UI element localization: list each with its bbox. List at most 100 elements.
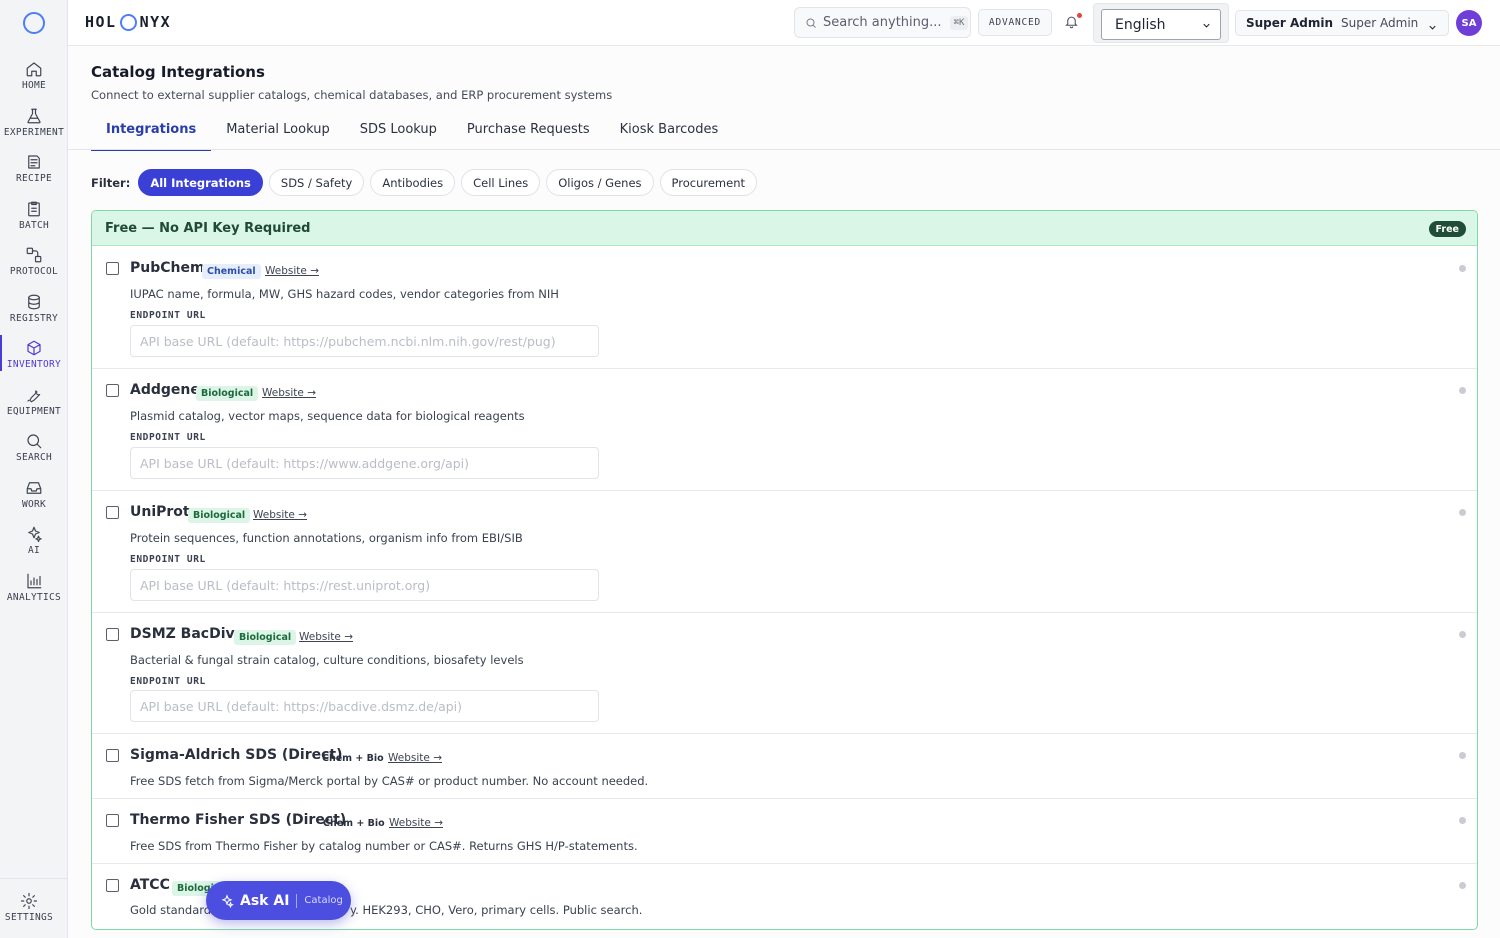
website-link[interactable]: Website →: [388, 752, 442, 764]
endpoint-url-input[interactable]: [130, 447, 599, 479]
box-icon: [27, 340, 41, 356]
integration-checkbox[interactable]: [106, 506, 119, 519]
protocol-icon: [26, 247, 42, 263]
logo-icon[interactable]: [23, 12, 45, 34]
nav-search[interactable]: SEARCH: [0, 432, 68, 474]
nav-analytics[interactable]: ANALYTICS: [0, 572, 68, 614]
nav-settings[interactable]: SETTINGS: [0, 892, 58, 934]
status-dot: [1459, 817, 1466, 824]
brand-ring-icon: [119, 13, 137, 31]
search-icon: [806, 18, 816, 28]
free-integrations-card: Free — No API Key Required Free PubChem …: [91, 210, 1478, 930]
search-shortcut: ⌘K: [949, 15, 969, 30]
filter-chip-all[interactable]: All Integrations: [138, 169, 263, 196]
nav-equipment[interactable]: EQUIPMENT: [0, 386, 68, 428]
website-link[interactable]: Website →: [253, 509, 307, 521]
endpoint-url-input[interactable]: [130, 690, 599, 722]
filter-chip-procurement[interactable]: Procurement: [659, 169, 757, 196]
brand-text-right: NYX: [139, 13, 172, 31]
status-dot: [1459, 387, 1466, 394]
integration-checkbox[interactable]: [106, 814, 119, 827]
nav-registry[interactable]: REGISTRY: [0, 293, 68, 335]
nav-protocol[interactable]: PROTOCOL: [0, 246, 68, 288]
tab-integrations[interactable]: Integrations: [91, 110, 212, 151]
nav-label: HOME: [21, 80, 47, 91]
inbox-icon: [26, 482, 42, 494]
language-select[interactable]: English: [1101, 9, 1221, 40]
user-menu[interactable]: Super Admin Super Admin: [1235, 10, 1449, 36]
nav-recipe[interactable]: RECIPE: [0, 153, 68, 195]
integration-name: Thermo Fisher SDS (Direct): [130, 812, 347, 828]
notifications-button[interactable]: [1064, 13, 1082, 30]
main-content: Catalog Integrations Connect to external…: [68, 46, 1500, 938]
nav-ai[interactable]: AI: [0, 525, 68, 567]
nav-home[interactable]: HOME: [0, 60, 68, 102]
notification-dot: [1077, 13, 1082, 18]
recipe-icon: [28, 155, 40, 169]
avatar[interactable]: SA: [1456, 10, 1482, 36]
wrench-icon: [27, 390, 41, 403]
integration-row-bacdive: DSMZ BacDive Biological Website → Bacter…: [92, 613, 1477, 734]
filter-chip-cell-lines[interactable]: Cell Lines: [461, 169, 541, 196]
home-icon: [26, 62, 42, 77]
filter-chip-antibodies[interactable]: Antibodies: [370, 169, 456, 196]
status-dot: [1459, 882, 1466, 889]
nav-label: RECIPE: [15, 173, 53, 184]
status-dot: [1459, 265, 1466, 272]
category-badge: Biological: [196, 386, 259, 401]
chevron-down-icon: [1427, 18, 1438, 37]
language-value: English: [1115, 16, 1166, 33]
integration-checkbox[interactable]: [106, 749, 119, 762]
nav-work[interactable]: WORK: [0, 479, 68, 521]
endpoint-label: ENDPOINT URL: [130, 676, 206, 687]
flask-icon: [27, 108, 41, 124]
nav-label: WORK: [21, 499, 47, 510]
endpoint-url-input[interactable]: [130, 325, 599, 357]
sparkle-icon: [221, 893, 234, 908]
nav-label: BATCH: [18, 220, 50, 231]
ask-ai-context: Catalog: [304, 895, 343, 906]
integration-row-uniprot: UniProt Biological Website → Protein seq…: [92, 491, 1477, 613]
website-link[interactable]: Website →: [262, 387, 316, 399]
topbar: HOL NYX Search anything... ⌘K ADVANCED E…: [68, 0, 1500, 46]
website-link[interactable]: Website →: [265, 265, 319, 277]
tab-purchase-requests[interactable]: Purchase Requests: [452, 110, 605, 150]
integration-description: Plasmid catalog, vector maps, sequence d…: [130, 409, 525, 423]
nav-label: EXPERIMENT: [3, 127, 65, 138]
integration-name: UniProt: [130, 504, 190, 520]
website-link[interactable]: Website →: [299, 631, 353, 643]
nav-label: SEARCH: [15, 452, 53, 463]
integration-name: Sigma-Aldrich SDS (Direct): [130, 747, 343, 763]
website-link[interactable]: Website →: [389, 817, 443, 829]
tab-kiosk-barcodes[interactable]: Kiosk Barcodes: [605, 110, 734, 150]
ask-ai-button[interactable]: Ask AI Catalog: [206, 881, 351, 920]
ask-ai-separator: [296, 893, 298, 908]
advanced-search-button[interactable]: ADVANCED: [978, 9, 1052, 36]
integration-checkbox[interactable]: [106, 384, 119, 397]
nav-label: INVENTORY: [6, 359, 62, 370]
filter-bar: Filter: All Integrations SDS / Safety An…: [91, 169, 763, 196]
integration-checkbox[interactable]: [106, 628, 119, 641]
integration-checkbox[interactable]: [106, 262, 119, 275]
brand-logo[interactable]: HOL NYX: [85, 13, 171, 31]
status-dot: [1459, 509, 1466, 516]
nav-inventory[interactable]: INVENTORY: [0, 335, 68, 381]
global-search-input[interactable]: Search anything... ⌘K: [794, 7, 971, 38]
integration-row-addgene: Addgene Biological Website → Plasmid cat…: [92, 369, 1477, 491]
filter-chip-oligos[interactable]: Oligos / Genes: [546, 169, 654, 196]
tabs-divider: [68, 149, 1500, 150]
nav-experiment[interactable]: EXPERIMENT: [0, 107, 68, 149]
filter-chip-sds[interactable]: SDS / Safety: [268, 169, 365, 196]
endpoint-url-input[interactable]: [130, 569, 599, 601]
free-badge: Free: [1428, 221, 1466, 237]
nav-label: AI: [27, 545, 41, 556]
tab-material-lookup[interactable]: Material Lookup: [211, 110, 345, 150]
integration-checkbox[interactable]: [106, 879, 119, 892]
database-icon: [28, 294, 40, 310]
category-badge: Chemical: [202, 264, 261, 279]
tab-sds-lookup[interactable]: SDS Lookup: [345, 110, 452, 150]
category-badge: Biological: [234, 630, 297, 645]
nav-batch[interactable]: BATCH: [0, 200, 68, 242]
category-badge: Biological: [188, 508, 251, 523]
card-header: Free — No API Key Required Free: [92, 211, 1477, 246]
